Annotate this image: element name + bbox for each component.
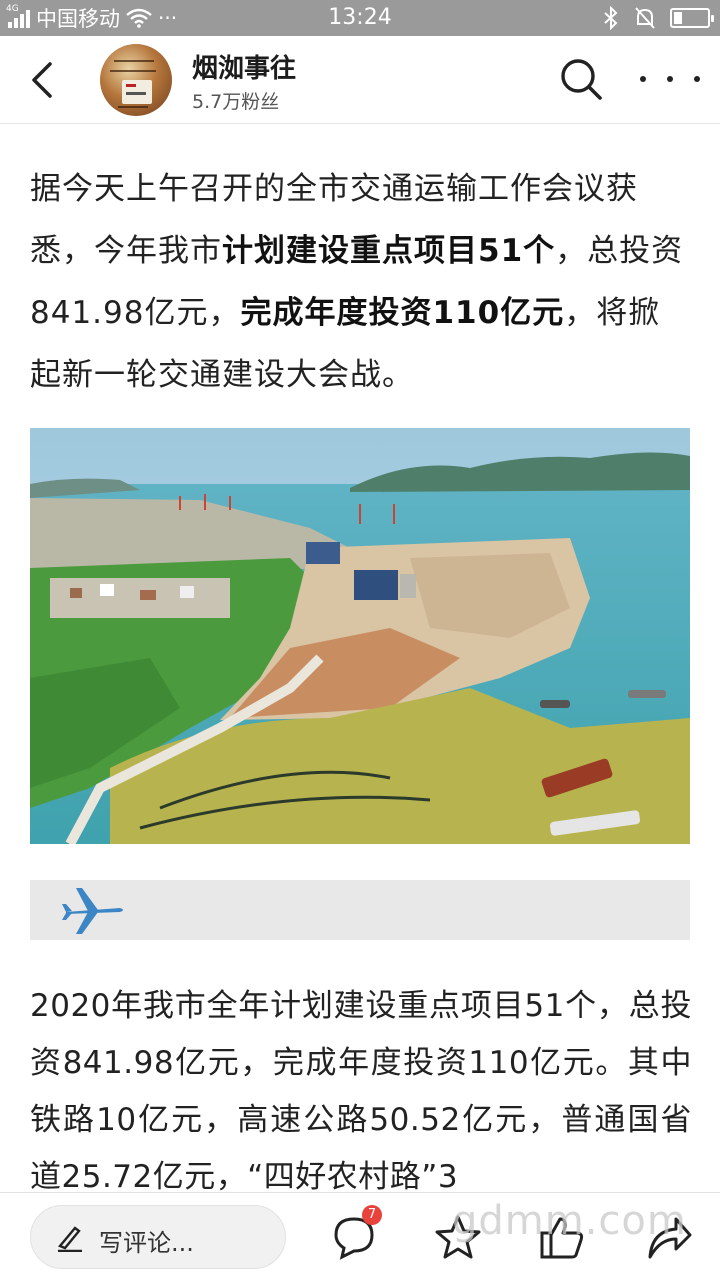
- comment-placeholder: 写评论...: [99, 1229, 194, 1257]
- account-name[interactable]: 烟洳事往: [192, 48, 296, 85]
- more-options-icon[interactable]: [640, 66, 700, 92]
- comment-input[interactable]: 写评论...: [30, 1205, 286, 1269]
- aerial-port-photo[interactable]: [30, 428, 690, 844]
- p1-bold-1: 计划建设重点项目51个: [222, 233, 556, 269]
- site-watermark: gdmm.com: [452, 1198, 687, 1244]
- mute-bell-icon: [635, 7, 655, 29]
- fans-count: 5.7万粉丝: [192, 91, 280, 113]
- status-right: [602, 0, 714, 36]
- airplane-icon: [62, 888, 123, 934]
- search-icon[interactable]: [558, 56, 604, 102]
- avatar[interactable]: [100, 44, 172, 116]
- section-divider: [30, 880, 690, 940]
- back-icon[interactable]: [22, 58, 66, 102]
- p1-bold-2: 完成年度投资110亿元: [240, 295, 565, 331]
- status-bar: 4G 中国移动 ··· 13:24: [0, 0, 720, 36]
- bluetooth-icon: [604, 6, 618, 30]
- battery-icon: [670, 8, 714, 28]
- pen-icon: [58, 1226, 82, 1252]
- article-paragraph-2: 2020年我市全年计划建设重点项目51个，总投资841.98亿元，完成年度投资1…: [30, 988, 692, 1195]
- article-page: 4G 中国移动 ··· 13:24 烟洳事往 5.7万粉丝 据今天上午召开的全市…: [0, 0, 720, 1280]
- article-paragraph-1: 据今天上午召开的全市交通运输工作会议获悉，今年我市计划建设重点项目51个，总投资…: [30, 158, 692, 406]
- article-header: 烟洳事往 5.7万粉丝: [0, 36, 720, 124]
- comment-count-badge: 7: [362, 1205, 382, 1225]
